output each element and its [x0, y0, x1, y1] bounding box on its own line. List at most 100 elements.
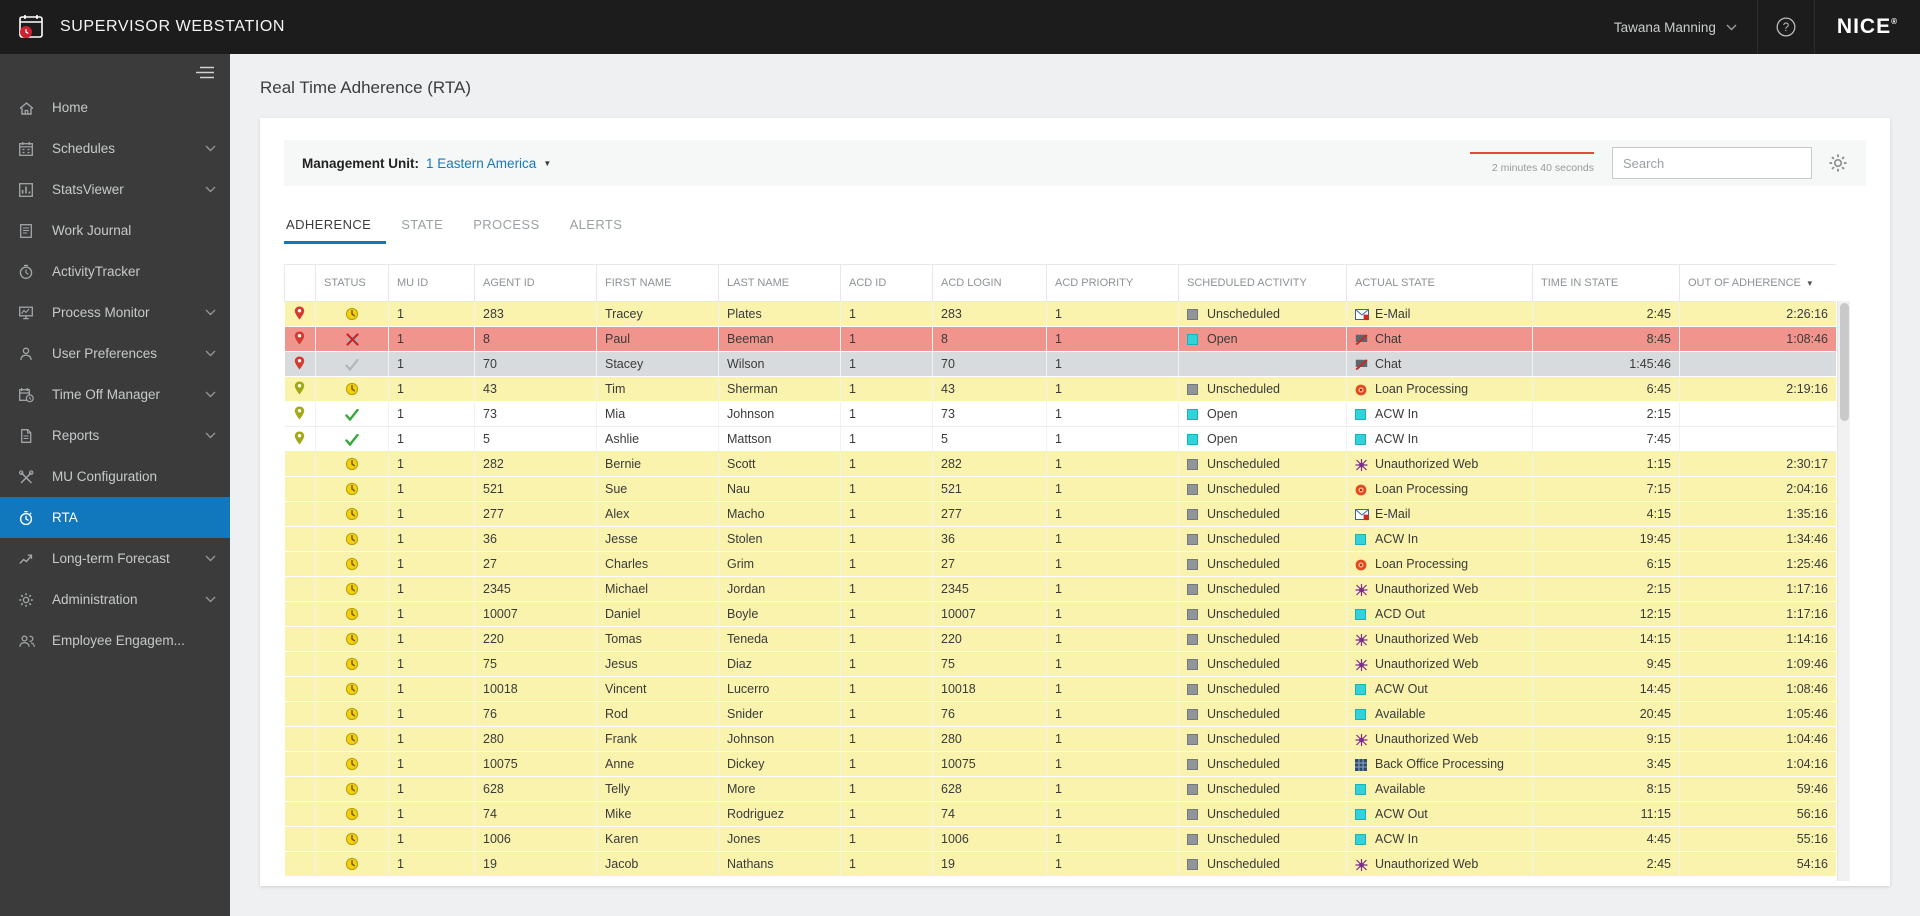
sidebar-item-time-off-manager[interactable]: Time Off Manager — [0, 374, 230, 415]
user-name: Tawana Manning — [1613, 19, 1716, 35]
last-name-cell: Sherman — [718, 376, 841, 402]
table-row[interactable]: 1 5 Ashlie Mattson 1 5 1 Open ACW In 7:45 — [284, 426, 1836, 452]
actual-state-cell: Chat — [1346, 351, 1533, 377]
state-square-cyan — [1355, 684, 1372, 696]
time-in-state-cell: 2:45 — [1532, 301, 1680, 327]
state-square-cyan — [1355, 609, 1372, 621]
settings-gear-icon[interactable] — [1828, 153, 1848, 173]
column-header-status[interactable]: STATUS — [315, 264, 389, 302]
sidebar-item-activitytracker[interactable]: ActivityTracker — [0, 251, 230, 292]
table-row[interactable]: 1 43 Tim Sherman 1 43 1 Unscheduled Loan Process… — [284, 376, 1836, 402]
column-header-actual-state[interactable]: ACTUAL STATE — [1346, 264, 1533, 302]
table-row[interactable]: 1 280 Frank Johnson 1 280 1 Unscheduled Unauthor… — [284, 726, 1836, 752]
scheduled-activity-cell: Unscheduled — [1178, 676, 1347, 702]
help-button[interactable]: ? — [1758, 0, 1814, 54]
table-row[interactable]: 1 73 Mia Johnson 1 73 1 Open ACW In 2:15 — [284, 401, 1836, 427]
scrollbar-thumb[interactable] — [1840, 303, 1849, 421]
state-square-gray — [1187, 509, 1204, 521]
acd-id-cell: 1 — [840, 626, 933, 652]
table-row[interactable]: 1 521 Sue Nau 1 521 1 Unscheduled Loan Processin… — [284, 476, 1836, 502]
sidebar-item-long-term-forecast[interactable]: Long-term Forecast — [0, 538, 230, 579]
table-row[interactable]: 1 8 Paul Beeman 1 8 1 Open Chat 8:45 1:08:46 — [284, 326, 1836, 352]
acd-priority-cell: 1 — [1046, 601, 1179, 627]
tab-alerts[interactable]: ALERTS — [555, 210, 638, 244]
sidebar-item-process-monitor[interactable]: Process Monitor — [0, 292, 230, 333]
table-row[interactable]: 1 282 Bernie Scott 1 282 1 Unscheduled Unauthori… — [284, 451, 1836, 477]
sidebar-item-work-journal[interactable]: Work Journal — [0, 210, 230, 251]
status-late-icon — [345, 682, 359, 696]
table-row[interactable]: 1 70 Stacey Wilson 1 70 1 Chat 1:45:46 — [284, 351, 1836, 377]
table-row[interactable]: 1 220 Tomas Teneda 1 220 1 Unscheduled Unauthori… — [284, 626, 1836, 652]
first-name-cell: Charles — [596, 551, 719, 577]
column-header-last-name[interactable]: LAST NAME — [718, 264, 841, 302]
management-unit-select[interactable]: 1 Eastern America ▼ — [426, 156, 551, 171]
time-in-state-cell: 11:15 — [1532, 801, 1680, 827]
sidebar-item-rta[interactable]: RTA — [0, 497, 230, 538]
sidebar-item-home[interactable]: Home — [0, 87, 230, 128]
table-row[interactable]: 1 19 Jacob Nathans 1 19 1 Unscheduled Unauthoriz… — [284, 851, 1836, 877]
table-row[interactable]: 1 75 Jesus Diaz 1 75 1 Unscheduled Unauthorized … — [284, 651, 1836, 677]
table-row[interactable]: 1 283 Tracey Plates 1 283 1 Unscheduled E-Mail 2:… — [284, 301, 1836, 327]
time-in-state-cell: 9:15 — [1532, 726, 1680, 752]
table-row[interactable]: 1 10007 Daniel Boyle 1 10007 1 Unscheduled ACD O… — [284, 601, 1836, 627]
pin-cell — [284, 701, 316, 727]
table-row[interactable]: 1 74 Mike Rodriguez 1 74 1 Unscheduled ACW Out 11… — [284, 801, 1836, 827]
pin-icon — [294, 306, 305, 320]
state-square-gray — [1187, 459, 1204, 471]
column-header-first-name[interactable]: FIRST NAME — [596, 264, 719, 302]
tab-adherence[interactable]: ADHERENCE — [284, 210, 387, 244]
last-name-cell: Johnson — [718, 401, 841, 427]
agent-id-cell: 10007 — [474, 601, 597, 627]
state-square-gray — [1187, 809, 1204, 821]
agent-id-cell: 5 — [474, 426, 597, 452]
column-header-mu-id[interactable]: MU ID — [388, 264, 475, 302]
acd-login-cell: 283 — [932, 301, 1047, 327]
tab-process[interactable]: PROCESS — [458, 210, 554, 244]
table-row[interactable]: 1 2345 Michael Jordan 1 2345 1 Unscheduled Unaut… — [284, 576, 1836, 602]
chevron-down-icon — [205, 555, 216, 562]
table-row[interactable]: 1 10018 Vincent Lucerro 1 10018 1 Unscheduled AC… — [284, 676, 1836, 702]
actual-state-cell: ACD Out — [1346, 601, 1533, 627]
column-header-time-in-state[interactable]: TIME IN STATE — [1532, 264, 1680, 302]
acd-id-cell: 1 — [840, 551, 933, 577]
table-row[interactable]: 1 27 Charles Grim 1 27 1 Unscheduled Loan Proces… — [284, 551, 1836, 577]
menu-toggle-button[interactable] — [0, 54, 230, 87]
topbar: SUPERVISOR WEBSTATION Tawana Manning ? N… — [0, 0, 1920, 54]
column-header-scheduled-activity[interactable]: SCHEDULED ACTIVITY — [1178, 264, 1347, 302]
home-icon — [18, 100, 42, 116]
sidebar-item-schedules[interactable]: Schedules — [0, 128, 230, 169]
table-scrollbar[interactable] — [1837, 301, 1850, 881]
table-row[interactable]: 1 277 Alex Macho 1 277 1 Unscheduled E-Mail 4:15 1… — [284, 501, 1836, 527]
tab-state[interactable]: STATE — [386, 210, 458, 244]
acd-login-cell: 10018 — [932, 676, 1047, 702]
column-header-acd-login[interactable]: ACD LOGIN — [932, 264, 1047, 302]
column-header-acd-priority[interactable]: ACD PRIORITY — [1046, 264, 1179, 302]
search-input[interactable] — [1612, 147, 1812, 179]
sidebar-item-mu-configuration[interactable]: MU Configuration — [0, 456, 230, 497]
acd-login-cell: 27 — [932, 551, 1047, 577]
acd-login-cell: 75 — [932, 651, 1047, 677]
mu-id-cell: 1 — [388, 801, 475, 827]
sidebar-item-user-preferences[interactable]: User Preferences — [0, 333, 230, 374]
table-row[interactable]: 1 76 Rod Snider 1 76 1 Unscheduled Available 20:4… — [284, 701, 1836, 727]
user-menu[interactable]: Tawana Manning — [1594, 0, 1757, 54]
status-cell — [315, 576, 389, 602]
agent-id-cell: 10075 — [474, 751, 597, 777]
column-header-acd-id[interactable]: ACD ID — [840, 264, 933, 302]
sidebar-item-statsviewer[interactable]: StatsViewer — [0, 169, 230, 210]
column-header-agent-id[interactable]: AGENT ID — [474, 264, 597, 302]
app-logo-icon — [0, 13, 60, 41]
status-late-icon — [345, 632, 359, 646]
sidebar-item-administration[interactable]: Administration — [0, 579, 230, 620]
table-row[interactable]: 1 36 Jesse Stolen 1 36 1 Unscheduled ACW In 19:45… — [284, 526, 1836, 552]
out-of-adherence-cell: 2:04:16 — [1679, 476, 1836, 502]
management-unit-label: Management Unit: — [302, 155, 420, 171]
table-row[interactable]: 1 628 Telly More 1 628 1 Unscheduled Available 8:… — [284, 776, 1836, 802]
sidebar-item-employee-engagem[interactable]: Employee Engagem... — [0, 620, 230, 661]
sidebar-item-reports[interactable]: Reports — [0, 415, 230, 456]
column-header-pin[interactable] — [284, 264, 316, 302]
table-row[interactable]: 1 10075 Anne Dickey 1 10075 1 Unscheduled Back O… — [284, 751, 1836, 777]
pin-cell — [284, 426, 316, 452]
column-header-out-of-adherence[interactable]: OUT OF ADHERENCE ▼ — [1679, 264, 1836, 302]
table-row[interactable]: 1 1006 Karen Jones 1 1006 1 Unscheduled ACW In 4:… — [284, 826, 1836, 852]
